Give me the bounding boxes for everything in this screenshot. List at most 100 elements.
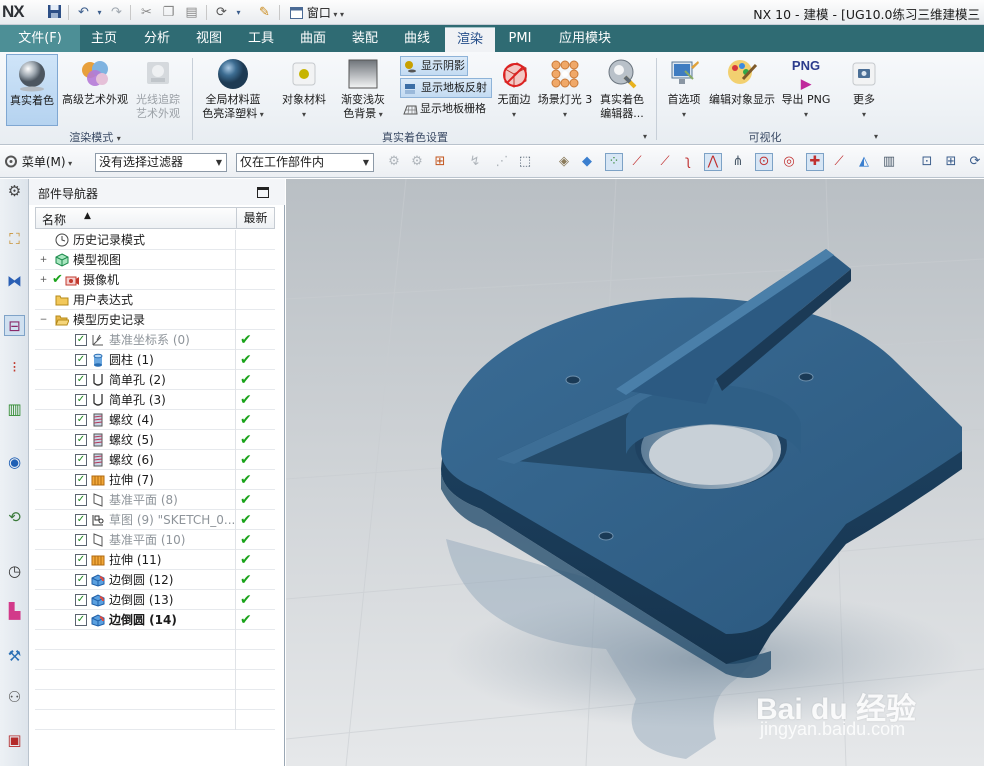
save-icon[interactable] [46,4,63,21]
tab-assemblies[interactable]: 装配 [343,25,387,52]
tree-row-camera[interactable]: + ✔ 摄像机 [35,270,275,290]
visibility-checkbox[interactable]: ✓ [75,394,87,406]
cube-select-icon[interactable]: ◆ [578,153,596,171]
visibility-checkbox[interactable]: ✓ [75,334,87,346]
object-material-button[interactable]: 对象材料 ▾ [278,54,330,126]
tree-row-feature[interactable]: ✓ 基准坐标系 (0) ✔ [35,330,275,350]
collapse-icon[interactable]: − [39,316,48,325]
column-latest[interactable]: 最新 [236,208,274,228]
constraint-navigator-icon[interactable]: ⧓ [4,271,25,292]
tree-row-history-mode[interactable]: 历史记录模式 [35,230,275,250]
visualization-expand-icon[interactable]: ▾ [870,129,882,142]
history-icon[interactable]: ⟲ [4,507,25,528]
gradient-background-button[interactable]: 渐变浅灰 色背景 ▾ [337,54,389,126]
menu-button[interactable]: 菜单(M) ▾ [4,153,72,170]
selection-filter-dropdown[interactable]: 没有选择过滤器 ▼ [95,153,227,172]
column-name[interactable]: 名称 [42,211,66,228]
select-similar-icon[interactable]: ⋰ [493,153,511,171]
tree-row-feature[interactable]: ✓ 草图 (9) "SKETCH_0... ✔ [35,510,275,530]
tree-row-model-history[interactable]: − 模型历史记录 [35,310,275,330]
true-shading-button[interactable]: 真实着色 [6,54,58,126]
roles-icon[interactable]: ⚇ [4,687,25,708]
settings-gear-icon[interactable]: ⚙ [4,181,25,202]
tab-curve[interactable]: 曲线 [395,25,439,52]
shading-settings-expand-icon[interactable]: ▾ [639,129,651,142]
clock-icon[interactable]: ◷ [4,561,25,582]
true-shading-editor-button[interactable]: 真实着色 编辑器... [596,54,648,126]
tree-row-feature[interactable]: ✓ 简单孔 (2) ✔ [35,370,275,390]
fit-view-icon[interactable]: ⊡ [918,153,936,171]
file-menu-tab[interactable]: 文件(F) [0,25,80,52]
preferences-button[interactable]: 首选项 ▾ [662,54,706,126]
point-on-curve-icon[interactable]: ⟋ [830,153,848,171]
hd3d-tools-icon[interactable]: ▥ [4,399,25,420]
visibility-checkbox[interactable]: ✓ [75,374,87,386]
repeat-dropdown-icon[interactable]: ▾ [230,4,247,21]
circle-center-icon[interactable]: ⊙ [755,153,773,171]
tree-row-model-views[interactable]: + 模型视图 [35,250,275,270]
tree-row-feature[interactable]: ✓ 螺纹 (5) ✔ [35,430,275,450]
tree-row-feature[interactable]: ✓ 拉伸 (7) ✔ [35,470,275,490]
web-browser-icon[interactable]: ◉ [4,452,25,473]
visibility-checkbox[interactable]: ✓ [75,514,87,526]
visibility-checkbox[interactable]: ✓ [75,454,87,466]
show-floor-grid-toggle[interactable]: 显示地板栅格 [400,100,492,120]
graphics-window[interactable]: Bai du 经验 jingyan.baidu.com [286,179,984,766]
expand-icon[interactable]: + [39,276,48,285]
tree-row-user-expressions[interactable]: 用户表达式 [35,290,275,310]
tree-row-feature[interactable]: ✓ 边倒圆 (13) ✔ [35,590,275,610]
zoom-icon[interactable]: ⊞ [942,153,960,171]
global-material-button[interactable]: 全局材料蓝 色亮泽塑料 ▾ [200,54,266,126]
tree-row-feature[interactable]: ✓ 拉伸 (11) ✔ [35,550,275,570]
window-menu[interactable]: 窗口 ▾ ▾ [285,3,349,22]
bounded-grid-icon[interactable]: ▥ [880,153,898,171]
export-png-button[interactable]: PNG ▶ 导出 PNG ▾ [778,54,834,126]
snap-icon[interactable]: ↯ [466,153,484,171]
visibility-checkbox[interactable]: ✓ [75,414,87,426]
process-studio-icon[interactable]: ⚒ [4,646,25,667]
tree-row-feature[interactable]: ✓ 基准平面 (8) ✔ [35,490,275,510]
visibility-checkbox[interactable]: ✓ [75,474,87,486]
tree-row-feature[interactable]: ✓ 圆柱 (1) ✔ [35,350,275,370]
copy-icon[interactable]: ❐ [160,4,177,21]
tree-row-feature[interactable]: ✓ 基准平面 (10) ✔ [35,530,275,550]
rectangle-select-icon[interactable]: ⬚ [516,153,534,171]
visibility-checkbox[interactable]: ✓ [75,574,87,586]
tab-render[interactable]: 渲染 [445,27,495,52]
quadrant-point-icon[interactable]: ◎ [780,153,798,171]
end-point-icon[interactable]: ⟋ [628,153,646,171]
cut-icon[interactable]: ✂ [138,4,155,21]
visibility-checkbox[interactable]: ✓ [75,534,87,546]
touch-mode-icon[interactable]: ✎ [256,4,273,21]
visibility-checkbox[interactable]: ✓ [75,354,87,366]
palette-icon[interactable]: ▙ [4,601,25,622]
visibility-checkbox[interactable]: ✓ [75,494,87,506]
control-point-icon[interactable]: ʅ [679,153,697,171]
general-selection-icon[interactable]: ⚙ [385,153,403,171]
scene-light-button[interactable]: 场景灯光 3 ▾ [536,54,594,126]
edit-object-display-button[interactable]: 编辑对象显示 [708,54,776,126]
undo-icon[interactable]: ↶ [75,4,92,21]
advanced-studio-button[interactable]: 高级艺术外观 [60,54,130,126]
tree-row-feature[interactable]: ✓ 边倒圆 (12) ✔ [35,570,275,590]
paste-icon[interactable]: ▤ [183,4,200,21]
no-face-edges-button[interactable]: 无面边 ▾ [494,54,534,126]
visibility-checkbox[interactable]: ✓ [75,594,87,606]
tree-row-feature-current[interactable]: ✓ 边倒圆 (14) ✔ [35,610,275,630]
repeat-command-icon[interactable]: ⟳ [213,4,230,21]
visibility-checkbox[interactable]: ✓ [75,554,87,566]
snap-point-icon[interactable]: ⁘ [605,153,623,171]
tab-application[interactable]: 应用模块 [552,25,618,52]
arc-center-icon[interactable]: ⋔ [729,153,747,171]
system-scenes-icon[interactable]: ▣ [4,730,25,751]
ray-traced-studio-button[interactable]: 光线追踪 艺术外观 [133,54,183,126]
tab-surface[interactable]: 曲面 [291,25,335,52]
undo-dropdown-icon[interactable]: ▾ [91,4,108,21]
visibility-checkbox[interactable]: ✓ [75,614,87,626]
rotate-icon[interactable]: ⟳ [966,153,984,171]
assembly-navigator-icon[interactable]: ⛶ [4,229,25,250]
tab-analysis[interactable]: 分析 [135,25,179,52]
visibility-checkbox[interactable]: ✓ [75,434,87,446]
show-floor-reflection-toggle[interactable]: 显示地板反射 [400,78,492,98]
tree-row-feature[interactable]: ✓ 螺纹 (6) ✔ [35,450,275,470]
